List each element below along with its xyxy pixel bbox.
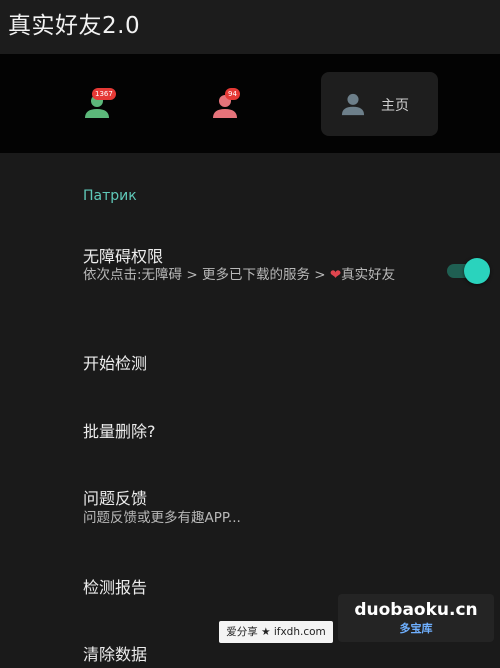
accessibility-subtitle: 依次点击:无障碍 > 更多已下载的服务 > ❤真实好友 (83, 267, 396, 283)
bottom-tab-nav: 1367 94 主页 (0, 54, 500, 153)
nav-item-home[interactable]: 主页 (321, 72, 438, 136)
accessibility-toggle[interactable] (447, 258, 491, 284)
accessibility-permission-row[interactable]: 无障碍权限 依次点击:无障碍 > 更多已下载的服务 > ❤真实好友 (0, 236, 500, 308)
abnormal-count-badge: 94 (225, 88, 240, 100)
batch-delete-title: 批量删除? (83, 422, 156, 441)
feedback-row[interactable]: 问题反馈 问题反馈或更多有趣APP... (0, 476, 500, 538)
batch-delete-row[interactable]: 批量删除? (0, 406, 500, 452)
home-label: 主页 (381, 98, 409, 114)
watermark-duobaoku-name: 多宝库 (399, 622, 433, 635)
nav-item-abnormal-friends[interactable]: 94 (190, 74, 260, 138)
title-bar: 真实好友2.0 (0, 0, 500, 54)
heart-icon: ❤ (329, 267, 342, 283)
app-title: 真实好友2.0 (8, 13, 141, 39)
watermark-duobaoku-domain: duobaoku.cn (354, 600, 478, 620)
nav-item-all-friends[interactable]: 1367 (62, 74, 132, 138)
watermark-ifxdh: 爱分享 ★ ifxdh.com (219, 621, 333, 643)
watermark-duobaoku: duobaoku.cn 多宝库 (338, 594, 494, 642)
report-title: 检测报告 (83, 578, 148, 597)
section-header: Патрик (83, 188, 137, 204)
start-detection-title: 开始检测 (83, 354, 148, 373)
feedback-title: 问题反馈 (83, 489, 148, 508)
person-gray-icon (341, 93, 365, 116)
friend-count-badge: 1367 (92, 88, 116, 100)
clear-data-title: 清除数据 (83, 645, 148, 664)
feedback-subtitle: 问题反馈或更多有趣APP... (83, 510, 241, 526)
start-detection-row[interactable]: 开始检测 (0, 338, 500, 384)
toggle-thumb (464, 258, 490, 284)
